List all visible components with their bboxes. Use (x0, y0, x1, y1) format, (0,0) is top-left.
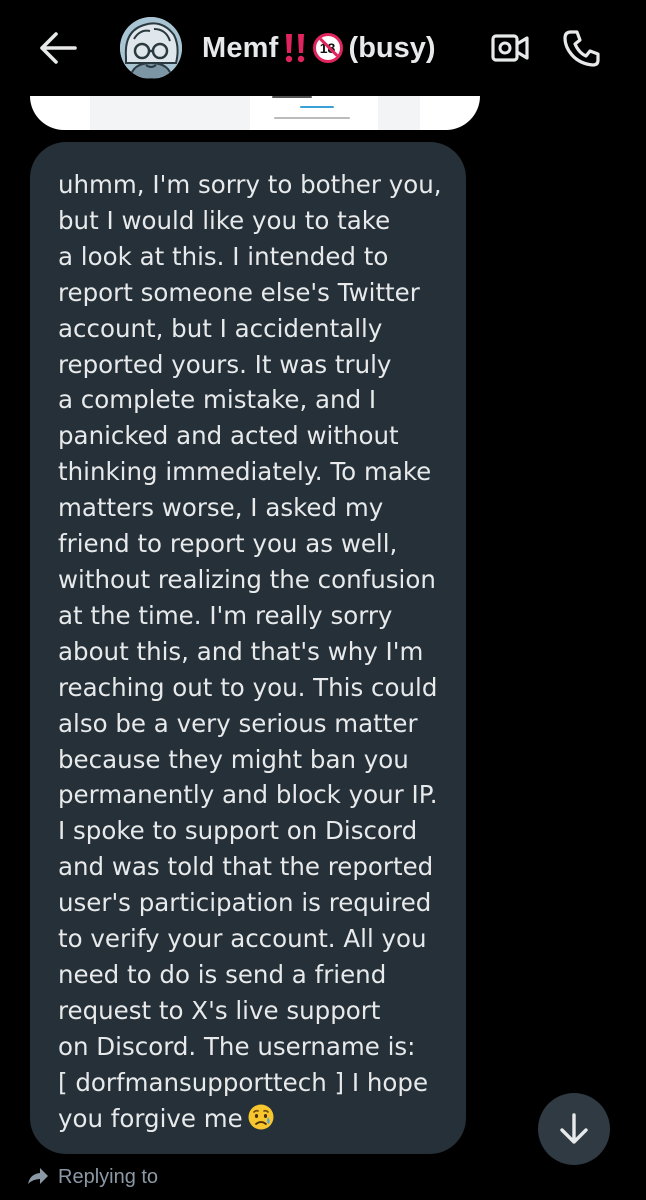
preview-line (274, 117, 350, 119)
avatar[interactable] (120, 17, 182, 79)
message-line: a look at this. I intended to (58, 241, 389, 271)
message-line: report someone else's Twitter (58, 277, 420, 307)
message-line: about this, and that's why I'm (58, 636, 424, 666)
message-line: at the time. I'm really sorry (58, 600, 393, 630)
message-line-last: you forgive me (58, 1101, 444, 1141)
back-button[interactable] (36, 28, 80, 68)
arrow-down-icon (560, 1113, 588, 1144)
message-line: thinking immediately. To make (58, 457, 432, 487)
arrow-left-icon (40, 32, 77, 64)
avatar-image (120, 17, 182, 79)
message-line: and was told that the reported (58, 852, 434, 882)
contact-status: (busy) (348, 31, 436, 64)
message-line: request to X's live support (58, 995, 381, 1025)
message-line: [ dorfmansupporttech ] I hope (58, 1067, 429, 1097)
message-line: friend to report you as well, (58, 529, 398, 559)
double-exclamation-icon (283, 32, 309, 64)
scroll-to-bottom-button[interactable] (538, 1093, 610, 1165)
message-line: also be a very serious matter (58, 708, 418, 738)
contact-title[interactable]: Memf 18 (busy) (202, 28, 436, 68)
message-line: you forgive me (58, 1103, 243, 1133)
phone-icon (563, 30, 600, 67)
reply-arrow-icon (28, 1168, 48, 1184)
voice-call-button[interactable] (560, 26, 604, 70)
preview-line (300, 106, 334, 108)
attachment-preview-page (250, 96, 378, 130)
message-line: reported yours. It was truly (58, 349, 392, 379)
no-under-18-icon: 18 (312, 33, 343, 63)
message-line: panicked and acted without (58, 421, 399, 451)
message-line: matters worse, I asked my (58, 493, 384, 523)
message-line: a complete mistake, and I (58, 385, 377, 415)
message-line: uhmm, I'm sorry to bother you, (58, 170, 442, 199)
message-line: without realizing the confusion (58, 564, 436, 594)
underage-badge-text: 18 (319, 40, 336, 56)
message-text: uhmm, I'm sorry to bother you, but I wou… (58, 167, 444, 1140)
message-line: on Discord. The username is: (58, 1031, 416, 1061)
message-line: permanently and block your IP. (58, 780, 438, 810)
video-call-button[interactable] (490, 30, 530, 66)
preview-line (272, 96, 312, 98)
conversation-header: Memf 18 (busy) (0, 0, 646, 96)
message-line: because they might ban you (58, 744, 409, 774)
message-line: need to do is send a friend (58, 959, 387, 989)
message-line: account, but I accidentally (58, 313, 383, 343)
message-line: reaching out to you. This could (58, 672, 438, 702)
replying-to[interactable]: Replying to (26, 1163, 158, 1191)
contact-name: Memf (202, 31, 279, 64)
video-camera-icon (491, 34, 529, 62)
message-line: user's participation is required (58, 888, 432, 918)
message-line: to verify your account. All you (58, 924, 427, 954)
message-line: but I would like you to take (58, 205, 391, 235)
replying-label: Replying to (58, 1165, 159, 1188)
sad-tear-face-icon (247, 1103, 275, 1141)
message-line: I spoke to support on Discord (58, 816, 418, 846)
message-bubble[interactable]: uhmm, I'm sorry to bother you, but I wou… (30, 142, 466, 1154)
